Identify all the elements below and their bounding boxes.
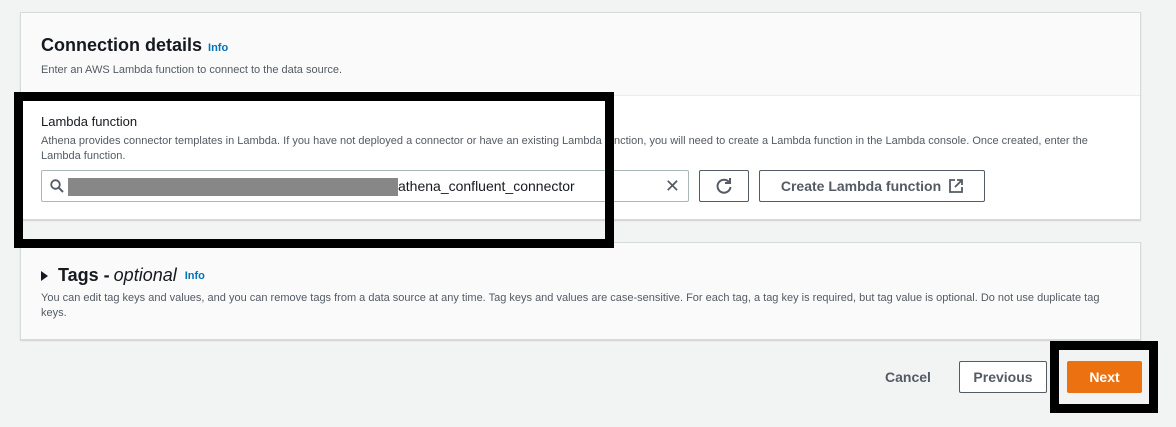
tags-title: Tags - (58, 265, 110, 285)
cancel-button[interactable]: Cancel (885, 369, 931, 385)
create-lambda-function-button[interactable]: Create Lambda function (759, 170, 985, 202)
section-title: Connection details (41, 35, 203, 55)
tags-info-link[interactable]: Info (185, 270, 205, 282)
tags-panel: Tags - optional Info You can edit tag ke… (20, 242, 1141, 340)
tags-description: You can edit tag keys and values, and yo… (41, 292, 1100, 319)
tags-expand-toggle[interactable]: Tags - optional Info (41, 265, 1120, 286)
refresh-icon (716, 178, 732, 194)
clear-icon[interactable]: ✕ (665, 176, 680, 197)
info-link[interactable]: Info (208, 42, 228, 54)
refresh-button[interactable] (699, 170, 749, 202)
highlight-box-lambda (14, 92, 614, 248)
caret-right-icon (41, 270, 48, 281)
create-lambda-function-label: Create Lambda function (780, 178, 942, 194)
previous-button[interactable]: Previous (959, 361, 1047, 393)
tags-optional: optional (113, 265, 177, 285)
section-description: Enter an AWS Lambda function to connect … (41, 64, 343, 76)
external-link-icon (949, 179, 964, 193)
highlight-box-next (1050, 341, 1158, 413)
